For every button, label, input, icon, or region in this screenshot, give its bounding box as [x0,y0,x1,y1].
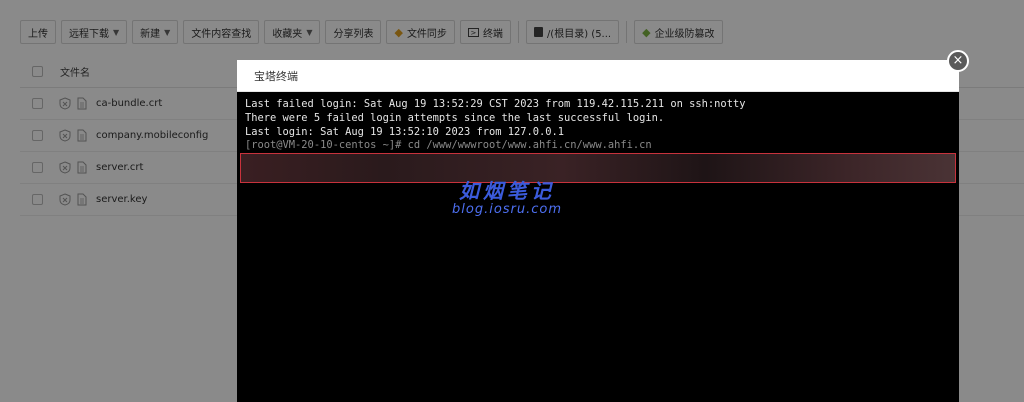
terminal-line: Last login: Sat Aug 19 13:52:10 2023 fro… [245,125,565,138]
redacted-region [240,153,956,183]
close-icon[interactable]: × [947,50,969,72]
modal-title: 宝塔终端 [254,69,298,83]
terminal-modal: 宝塔终端 Last failed login: Sat Aug 19 13:52… [237,60,959,402]
terminal-line: Last failed login: Sat Aug 19 13:52:29 C… [245,98,746,110]
watermark-url: blog.iosru.com [452,202,563,217]
terminal-output: Last failed login: Sat Aug 19 13:52:29 C… [245,98,745,153]
watermark-title: 如烟笔记 [459,179,556,203]
terminal-line: There were 5 failed login attempts since… [245,111,665,124]
modal-header[interactable]: 宝塔终端 [237,60,959,92]
watermark: 如烟笔记 blog.iosru.com [452,180,562,218]
terminal-screen[interactable]: Last failed login: Sat Aug 19 13:52:29 C… [237,92,959,402]
terminal-prompt: [root@VM-20-10-centos ~]# cd /www/wwwroo… [245,139,652,152]
